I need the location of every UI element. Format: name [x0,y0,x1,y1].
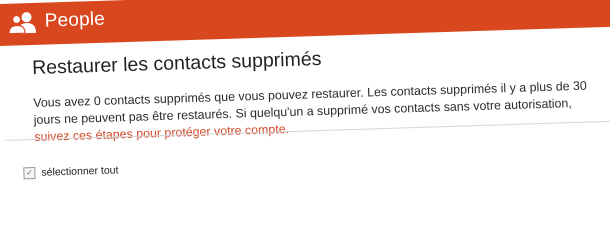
people-icon [8,12,37,34]
select-all-checkbox[interactable]: ✓ [23,166,36,180]
app-brand[interactable]: People [8,9,105,34]
page-title: Restaurer les contacts supprimés [31,47,322,80]
select-all-control[interactable]: ✓ sélectionner tout [23,164,119,180]
select-all-label: sélectionner tout [41,164,119,179]
app-title: People [44,8,106,32]
check-icon: ✓ [25,168,33,178]
screen: People Restaurer les contacts supprimés … [0,0,610,200]
people-page: People Restaurer les contacts supprimés … [0,0,610,200]
app-header: People [0,0,610,47]
